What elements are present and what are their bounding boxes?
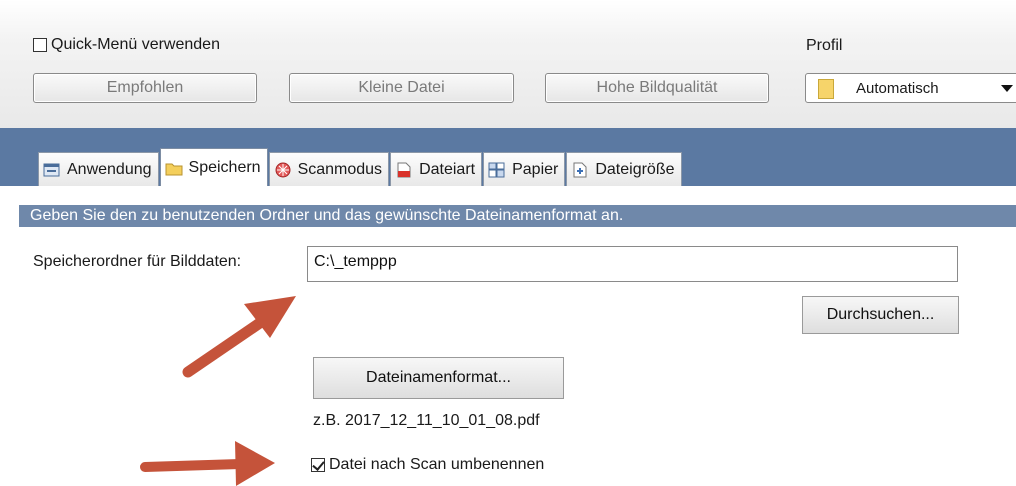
annotation-arrow-folder [182,296,296,378]
annotation-arrow-rename [140,441,275,486]
annotation-arrows [140,296,296,486]
